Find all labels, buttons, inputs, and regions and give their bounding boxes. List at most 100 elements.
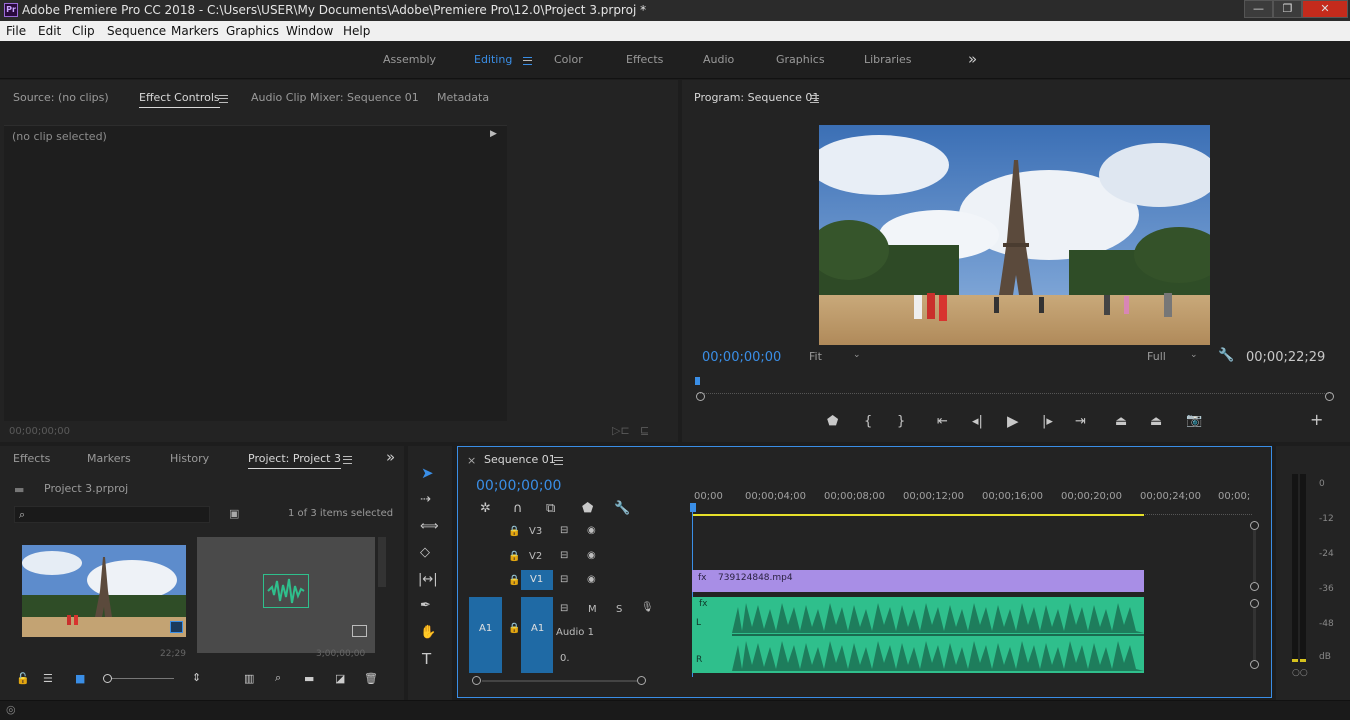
video-scroll-handle-bottom[interactable]	[1250, 582, 1259, 591]
tab-markers[interactable]: Markers	[87, 452, 131, 465]
ripple-edit-tool-icon[interactable]: ⟺	[420, 520, 439, 534]
v1-sync-icon[interactable]: ⊟	[560, 574, 568, 585]
tab-audio-clip-mixer[interactable]: Audio Clip Mixer: Sequence 01	[251, 91, 419, 104]
workspace-libraries[interactable]: Libraries	[864, 53, 912, 66]
timeline-horizontal-scrollbar[interactable]	[482, 680, 637, 682]
menu-file[interactable]: File	[6, 24, 26, 38]
expand-arrow-icon[interactable]: ▶	[490, 129, 497, 139]
quality-chevron-down-icon[interactable]: ⌄	[1190, 350, 1198, 360]
menu-clip[interactable]: Clip	[72, 24, 95, 38]
linked-selection-icon[interactable]: ⧉	[546, 502, 555, 516]
add-marker-icon[interactable]: ⬟	[827, 415, 838, 429]
clip-thumbnail-sequence[interactable]	[197, 537, 375, 653]
nest-toggle-icon[interactable]: ✲	[480, 502, 491, 516]
project-more-button[interactable]: »	[386, 448, 395, 466]
new-item-icon[interactable]: ◪	[335, 672, 345, 685]
effect-controls-menu-icon[interactable]	[219, 95, 228, 103]
menu-edit[interactable]: Edit	[38, 24, 61, 38]
timeline-zoom-handle-right[interactable]	[637, 676, 646, 685]
razor-tool-icon[interactable]: ◇	[420, 546, 430, 560]
tab-metadata[interactable]: Metadata	[437, 91, 489, 104]
step-forward-icon[interactable]: |▸	[1042, 415, 1053, 429]
v3-track-label[interactable]: V3	[529, 526, 542, 537]
menu-graphics[interactable]: Graphics	[226, 24, 279, 38]
play-icon[interactable]: ▶	[1007, 414, 1019, 429]
menu-window[interactable]: Window	[286, 24, 333, 38]
a1-voiceover-mic-icon[interactable]: 🎙	[641, 602, 654, 613]
a1-solo-button[interactable]: S	[616, 604, 622, 615]
timeline-zoom-handle-left[interactable]	[472, 676, 481, 685]
lift-icon[interactable]: ⏏	[1115, 415, 1127, 429]
go-to-in-icon[interactable]: ⇤	[937, 415, 948, 429]
program-playhead[interactable]	[695, 377, 700, 385]
maximize-button[interactable]: ❐	[1273, 0, 1302, 18]
menu-help[interactable]: Help	[343, 24, 370, 38]
project-menu-icon[interactable]	[343, 456, 352, 464]
program-timecode[interactable]: 00;00;00;00	[702, 350, 781, 365]
tab-project[interactable]: Project: Project 3	[248, 452, 341, 469]
sort-icon[interactable]: ⇕	[192, 671, 201, 684]
v3-eye-icon[interactable]: ◉	[587, 525, 596, 536]
icon-view-icon[interactable]: ■	[75, 672, 85, 685]
video-scroll-handle-top[interactable]	[1250, 521, 1259, 530]
program-time-ruler[interactable]	[697, 380, 1333, 394]
v3-lock-icon[interactable]: 🔒	[508, 526, 520, 537]
timeline-playhead[interactable]	[690, 503, 696, 512]
hand-tool-icon[interactable]: ✋	[420, 626, 436, 640]
v1-track-target[interactable]: V1	[521, 570, 553, 590]
pen-tool-icon[interactable]: ✒	[420, 599, 431, 613]
v2-eye-icon[interactable]: ◉	[587, 550, 596, 561]
minimize-button[interactable]: —	[1244, 0, 1273, 18]
add-marker-timeline-icon[interactable]: ⬟	[582, 502, 593, 516]
v2-lock-icon[interactable]: 🔒	[508, 551, 520, 562]
automate-to-sequence-icon[interactable]: ▥	[244, 672, 254, 685]
fit-dropdown[interactable]: Fit	[809, 350, 822, 363]
new-bin-from-search-icon[interactable]: ▣	[229, 507, 239, 520]
audio-clip[interactable]: fx L R	[692, 597, 1144, 673]
timeline-close-icon[interactable]: ×	[467, 454, 476, 467]
mark-in-icon[interactable]: {	[864, 415, 872, 429]
v3-sync-icon[interactable]: ⊟	[560, 525, 568, 536]
v2-sync-icon[interactable]: ⊟	[560, 550, 568, 561]
zoom-slider[interactable]	[104, 678, 174, 679]
extract-icon[interactable]: ⏏	[1150, 415, 1162, 429]
wrench-icon[interactable]: 🔧	[1218, 348, 1234, 363]
tab-source[interactable]: Source: (no clips)	[13, 91, 109, 104]
menu-sequence[interactable]: Sequence	[107, 24, 166, 38]
filter-icon[interactable]: ▷⊏	[612, 424, 630, 437]
a1-sync-icon[interactable]: ⊟	[560, 603, 568, 614]
selection-tool-icon[interactable]: ➤	[421, 466, 434, 481]
type-tool-icon[interactable]: T	[422, 652, 431, 667]
project-search-input[interactable]: ⌕	[14, 506, 210, 523]
v1-lock-icon[interactable]: 🔒	[508, 575, 520, 586]
workspace-graphics[interactable]: Graphics	[776, 53, 825, 66]
tab-history[interactable]: History	[170, 452, 209, 465]
lock-icon[interactable]: 🔓	[16, 672, 30, 685]
step-back-icon[interactable]: ◂|	[972, 415, 983, 429]
find-icon[interactable]: ⌕	[275, 671, 281, 685]
a1-lock-icon[interactable]: 🔒	[508, 623, 520, 634]
mark-out-icon[interactable]: }	[897, 415, 905, 429]
program-video-frame[interactable]	[819, 125, 1210, 345]
new-bin-icon[interactable]: ▬	[304, 672, 314, 685]
v1-eye-icon[interactable]: ◉	[587, 574, 596, 585]
audio-scroll-handle-bottom[interactable]	[1250, 660, 1259, 669]
workspace-editing[interactable]: Editing	[474, 53, 512, 66]
work-area-bar[interactable]	[692, 514, 1144, 516]
v2-track-label[interactable]: V2	[529, 551, 542, 562]
workspace-assembly[interactable]: Assembly	[383, 53, 436, 66]
close-button[interactable]: ✕	[1302, 0, 1348, 18]
effect-controls-timecode[interactable]: 00;00;00;00	[9, 426, 70, 437]
clip-thumbnail-video[interactable]	[22, 545, 186, 637]
timeline-timecode[interactable]: 00;00;00;00	[476, 478, 561, 494]
video-scrollbar[interactable]	[1253, 530, 1256, 582]
menu-markers[interactable]: Markers	[171, 24, 219, 38]
add-button-icon[interactable]: +	[1310, 412, 1323, 428]
program-zoom-handle-right[interactable]	[1325, 392, 1334, 401]
quality-dropdown[interactable]: Full	[1147, 350, 1166, 363]
export-icon[interactable]: ⊑	[640, 424, 649, 437]
audio-scrollbar[interactable]	[1253, 608, 1256, 660]
trash-icon[interactable]: 🗑	[364, 672, 378, 685]
timeline-menu-icon[interactable]	[554, 457, 563, 465]
go-to-out-icon[interactable]: ⇥	[1075, 415, 1086, 429]
